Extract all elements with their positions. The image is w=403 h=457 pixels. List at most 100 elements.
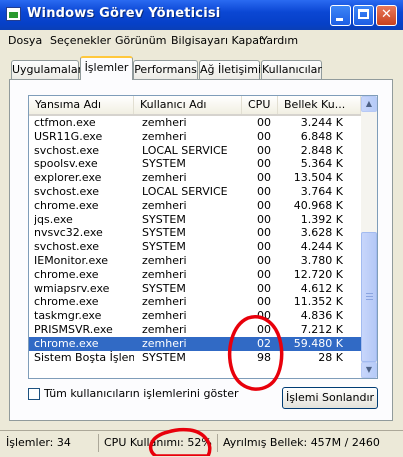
- vertical-scrollbar[interactable]: ▲ ▼: [361, 96, 377, 378]
- process-user: zemheri: [142, 322, 187, 336]
- process-row[interactable]: chrome.exe zemheri 00 12.720 K: [29, 268, 361, 282]
- process-cpu: 00: [257, 240, 271, 254]
- process-row[interactable]: svchost.exe SYSTEM 00 4.244 K: [29, 240, 361, 254]
- tab-strip: Uygulamalar İşlemler Performans Ağ İleti…: [0, 56, 403, 80]
- process-user: zemheri: [142, 198, 187, 212]
- minimize-button[interactable]: [330, 5, 351, 26]
- process-memory: 59.480 K: [293, 336, 343, 350]
- process-row[interactable]: spoolsv.exe SYSTEM 00 5.364 K: [29, 157, 361, 171]
- process-cpu: 00: [257, 116, 271, 129]
- process-user: SYSTEM: [142, 350, 186, 364]
- end-process-button[interactable]: İşlemi Sonlandır: [282, 387, 378, 409]
- task-manager-icon: [6, 7, 21, 21]
- process-memory: 4.836 K: [300, 309, 343, 323]
- process-user: SYSTEM: [142, 240, 186, 254]
- process-row[interactable]: wmiapsrv.exe SYSTEM 00 4.612 K: [29, 282, 361, 296]
- scroll-down-button[interactable]: ▼: [361, 362, 377, 378]
- process-list[interactable]: Yansıma Adı Kullanıcı Adı CPU Bellek Ku.…: [28, 95, 378, 379]
- process-row[interactable]: PRISMSVR.exe zemheri 00 7.212 K: [29, 323, 361, 337]
- show-all-users-option[interactable]: Tüm kullanıcıların işlemlerini göster: [28, 387, 239, 400]
- process-memory: 5.364 K: [300, 157, 343, 171]
- process-row[interactable]: explorer.exe zemheri 00 13.504 K: [29, 171, 361, 185]
- process-memory: 3.244 K: [300, 116, 343, 129]
- process-user: SYSTEM: [142, 157, 186, 171]
- process-memory: 2.848 K: [300, 143, 343, 157]
- process-cpu: 00: [257, 212, 271, 226]
- tab-processes[interactable]: İşlemler: [80, 56, 133, 80]
- menu-file[interactable]: Dosya: [8, 34, 42, 47]
- process-row[interactable]: ctfmon.exe zemheri 00 3.244 K: [29, 116, 361, 130]
- process-cpu: 00: [257, 281, 271, 295]
- process-row[interactable]: svchost.exe LOCAL SERVICE 00 3.764 K: [29, 185, 361, 199]
- process-name: PRISMSVR.exe: [34, 322, 113, 336]
- process-cpu: 00: [257, 129, 271, 143]
- show-all-users-label: Tüm kullanıcıların işlemlerini göster: [44, 387, 239, 400]
- column-cpu[interactable]: CPU: [242, 96, 278, 114]
- tab-performance[interactable]: Performans: [133, 60, 198, 79]
- menu-options[interactable]: Seçenekler: [50, 34, 111, 47]
- minimize-icon: [336, 18, 343, 21]
- process-cpu: 00: [257, 322, 271, 336]
- process-name: svchost.exe: [34, 240, 100, 254]
- tab-users[interactable]: Kullanıcılar: [261, 60, 322, 79]
- column-memory[interactable]: Bellek Ku...: [278, 96, 361, 114]
- process-memory: 3.764 K: [300, 184, 343, 198]
- process-name: chrome.exe: [34, 267, 99, 281]
- scroll-up-button[interactable]: ▲: [361, 96, 377, 112]
- close-button[interactable]: ✕: [376, 5, 397, 26]
- process-user: SYSTEM: [142, 281, 186, 295]
- column-user-name[interactable]: Kullanıcı Adı: [134, 96, 242, 114]
- tab-applications[interactable]: Uygulamalar: [11, 60, 82, 79]
- scroll-thumb[interactable]: [361, 232, 377, 362]
- column-image-name[interactable]: Yansıma Adı: [29, 96, 134, 114]
- arrow-up-icon: ▲: [365, 99, 373, 108]
- process-name: spoolsv.exe: [34, 157, 98, 171]
- process-name: USR11G.exe: [34, 129, 103, 143]
- arrow-down-icon: ▼: [365, 365, 373, 374]
- process-row[interactable]: chrome.exe zemheri 02 59.480 K: [29, 336, 361, 351]
- process-list-header: Yansıma Adı Kullanıcı Adı CPU Bellek Ku.…: [29, 96, 361, 116]
- process-cpu: 00: [257, 309, 271, 323]
- process-rows: ctfmon.exe zemheri 00 3.244 K USR11G.exe zemh…: [29, 116, 361, 364]
- process-memory: 13.504 K: [293, 171, 343, 185]
- process-memory: 7.212 K: [300, 322, 343, 336]
- process-row[interactable]: IEMonitor.exe zemheri 00 3.780 K: [29, 254, 361, 268]
- process-memory: 40.968 K: [293, 198, 343, 212]
- process-memory: 11.352 K: [293, 295, 343, 309]
- show-all-users-checkbox[interactable]: [28, 388, 40, 400]
- process-row[interactable]: chrome.exe zemheri 00 40.968 K: [29, 199, 361, 213]
- process-user: SYSTEM: [142, 226, 186, 240]
- menu-shutdown[interactable]: Bilgisayarı Kapat: [171, 34, 263, 47]
- process-name: Sistem Boşta İşlemi: [34, 350, 134, 364]
- menu-bar: Dosya Seçenekler Görünüm Bilgisayarı Kap…: [0, 30, 403, 50]
- process-name: svchost.exe: [34, 143, 100, 157]
- menu-help[interactable]: Yardım: [261, 34, 298, 47]
- maximize-button[interactable]: [353, 5, 374, 26]
- process-user: SYSTEM: [142, 212, 186, 226]
- process-row[interactable]: USR11G.exe zemheri 00 6.848 K: [29, 130, 361, 144]
- process-row[interactable]: jqs.exe SYSTEM 00 1.392 K: [29, 213, 361, 227]
- process-cpu: 00: [257, 253, 271, 267]
- process-row[interactable]: nvsvc32.exe SYSTEM 00 3.628 K: [29, 226, 361, 240]
- process-row[interactable]: svchost.exe LOCAL SERVICE 00 2.848 K: [29, 144, 361, 158]
- process-row[interactable]: taskmgr.exe zemheri 00 4.836 K: [29, 309, 361, 323]
- process-cpu: 00: [257, 171, 271, 185]
- process-user: zemheri: [142, 116, 187, 129]
- window-title: Windows Görev Yöneticisi: [27, 6, 221, 21]
- process-cpu: 00: [257, 295, 271, 309]
- menu-view[interactable]: Görünüm: [115, 34, 166, 47]
- process-cpu: 98: [257, 350, 271, 364]
- process-row[interactable]: Sistem Boşta İşlemi SYSTEM 98 28 K: [29, 351, 361, 365]
- maximize-icon: [358, 9, 369, 19]
- process-name: ctfmon.exe: [34, 116, 96, 129]
- title-bar[interactable]: Windows Görev Yöneticisi ✕: [0, 0, 403, 30]
- close-icon: ✕: [381, 7, 392, 22]
- process-user: zemheri: [142, 253, 187, 267]
- tab-networking[interactable]: Ağ İletişimi: [199, 60, 261, 79]
- process-user: zemheri: [142, 129, 187, 143]
- process-row[interactable]: chrome.exe zemheri 00 11.352 K: [29, 295, 361, 309]
- process-name: explorer.exe: [34, 171, 102, 185]
- process-user: zemheri: [142, 336, 187, 350]
- process-cpu: 00: [257, 198, 271, 212]
- process-memory: 12.720 K: [293, 267, 343, 281]
